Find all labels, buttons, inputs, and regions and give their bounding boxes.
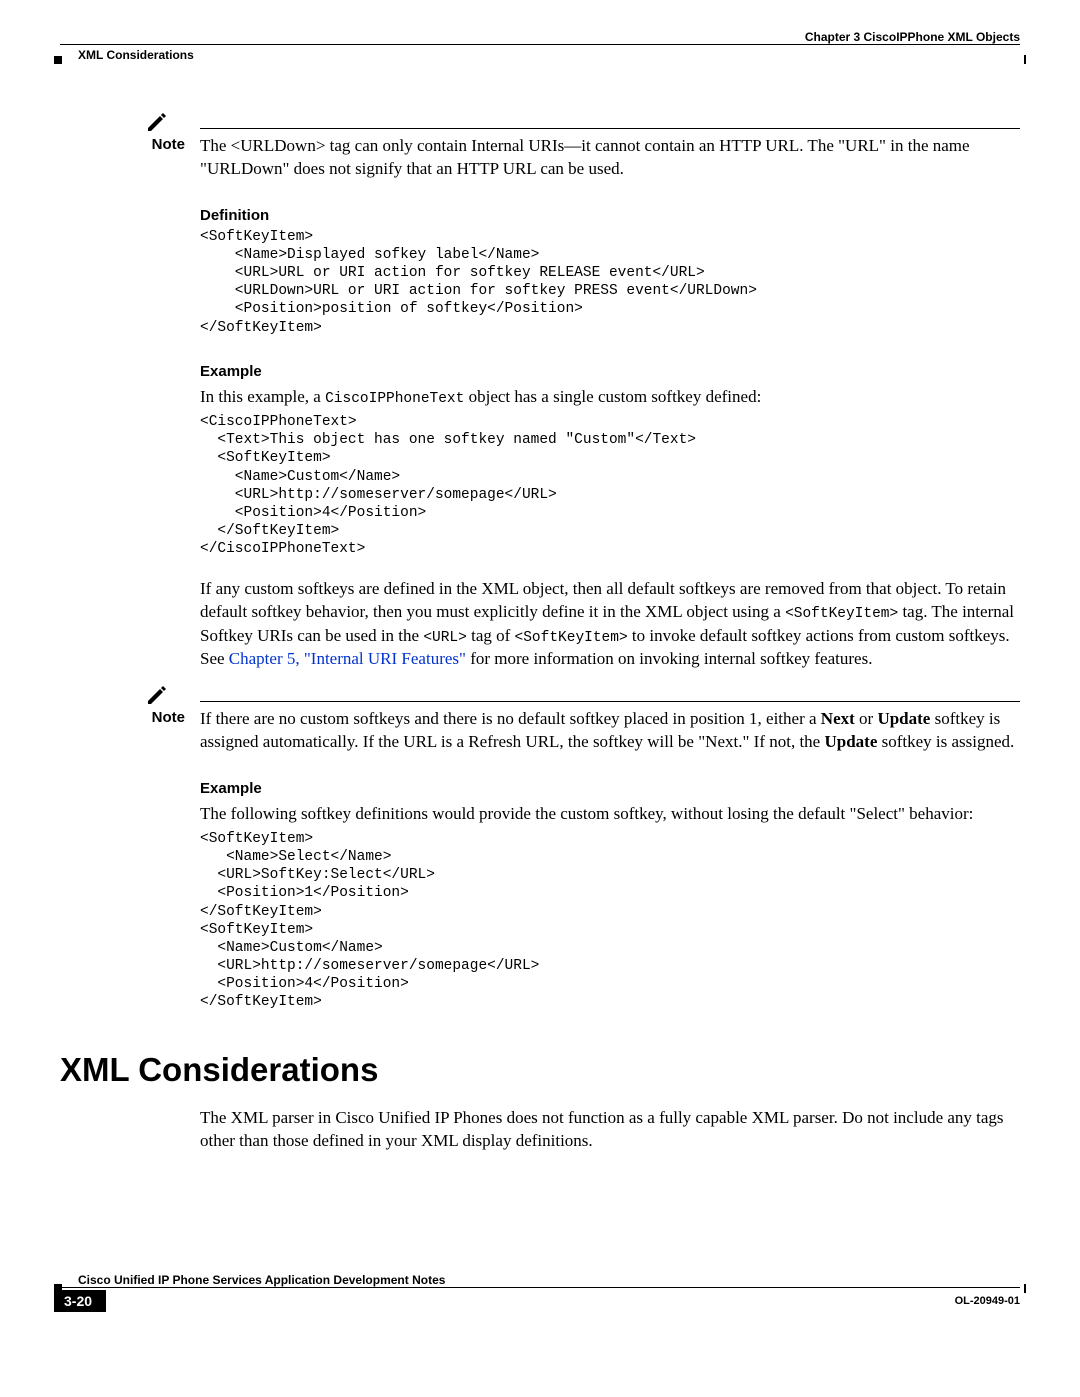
example1-intro: In this example, a CiscoIPPhoneText obje…	[200, 386, 1020, 410]
page-footer: Cisco Unified IP Phone Services Applicat…	[60, 1291, 1020, 1312]
bold: Update	[877, 709, 930, 728]
pencil-icon	[145, 683, 169, 707]
note-block-2: Note If there are no custom softkeys and…	[200, 701, 1020, 754]
inline-code: CiscoIPPhoneText	[325, 391, 464, 407]
note-label: Note	[140, 136, 185, 153]
footer-booktitle: Cisco Unified IP Phone Services Applicat…	[78, 1273, 1020, 1287]
heading-xml-considerations: XML Considerations	[60, 1051, 1020, 1089]
note-label: Note	[140, 709, 185, 726]
paragraph-xml-parser: The XML parser in Cisco Unified IP Phone…	[200, 1107, 1020, 1153]
heading-definition: Definition	[200, 207, 1020, 224]
header-marker-right	[1024, 55, 1026, 64]
code-example-2: <SoftKeyItem> <Name>Select</Name> <URL>S…	[200, 830, 1020, 1011]
note-block-1: Note The <URLDown> tag can only contain …	[200, 128, 1020, 181]
link-chapter5[interactable]: Chapter 5, "Internal URI Features"	[229, 649, 466, 668]
example2-intro: The following softkey definitions would …	[200, 803, 1020, 826]
note-text: If there are no custom softkeys and ther…	[200, 708, 1020, 754]
page-number: 3-20	[54, 1290, 106, 1312]
note-text: The <URLDown> tag can only contain Inter…	[200, 135, 1020, 181]
header-marker-left	[54, 56, 62, 64]
footer-bottom: 3-20 OL-20949-01	[60, 1290, 1020, 1312]
header-chapter: Chapter 3 CiscoIPPhone XML Objects	[805, 30, 1020, 44]
footer-marker-left	[54, 1284, 62, 1292]
footer-rule	[60, 1287, 1020, 1288]
text: object has a single custom softkey defin…	[464, 387, 761, 406]
text: If there are no custom softkeys and ther…	[200, 709, 821, 728]
header-section: XML Considerations	[78, 48, 194, 62]
text: In this example, a	[200, 387, 325, 406]
code-example-1: <CiscoIPPhoneText> <Text>This object has…	[200, 413, 1020, 558]
heading-example-1: Example	[200, 363, 1020, 380]
inline-code: <URL>	[423, 630, 467, 646]
text: softkey is assigned.	[877, 732, 1014, 751]
inline-code: <SoftKeyItem>	[785, 606, 898, 622]
code-definition: <SoftKeyItem> <Name>Displayed sofkey lab…	[200, 228, 1020, 337]
pencil-icon	[145, 110, 169, 134]
text: tag of	[467, 626, 515, 645]
bold: Update	[824, 732, 877, 751]
text: for more information on invoking interna…	[466, 649, 872, 668]
inline-code: <SoftKeyItem>	[515, 630, 628, 646]
header-rule	[60, 44, 1020, 45]
paragraph-softkey-explain: If any custom softkeys are defined in th…	[200, 578, 1020, 671]
page: Chapter 3 CiscoIPPhone XML Objects XML C…	[0, 0, 1080, 1340]
bold: Next	[821, 709, 855, 728]
heading-example-2: Example	[200, 780, 1020, 797]
text: or	[855, 709, 878, 728]
content: Note The <URLDown> tag can only contain …	[200, 68, 1020, 1153]
document-id: OL-20949-01	[955, 1295, 1020, 1307]
footer-marker-right	[1024, 1284, 1026, 1293]
page-header: Chapter 3 CiscoIPPhone XML Objects XML C…	[60, 30, 1020, 68]
